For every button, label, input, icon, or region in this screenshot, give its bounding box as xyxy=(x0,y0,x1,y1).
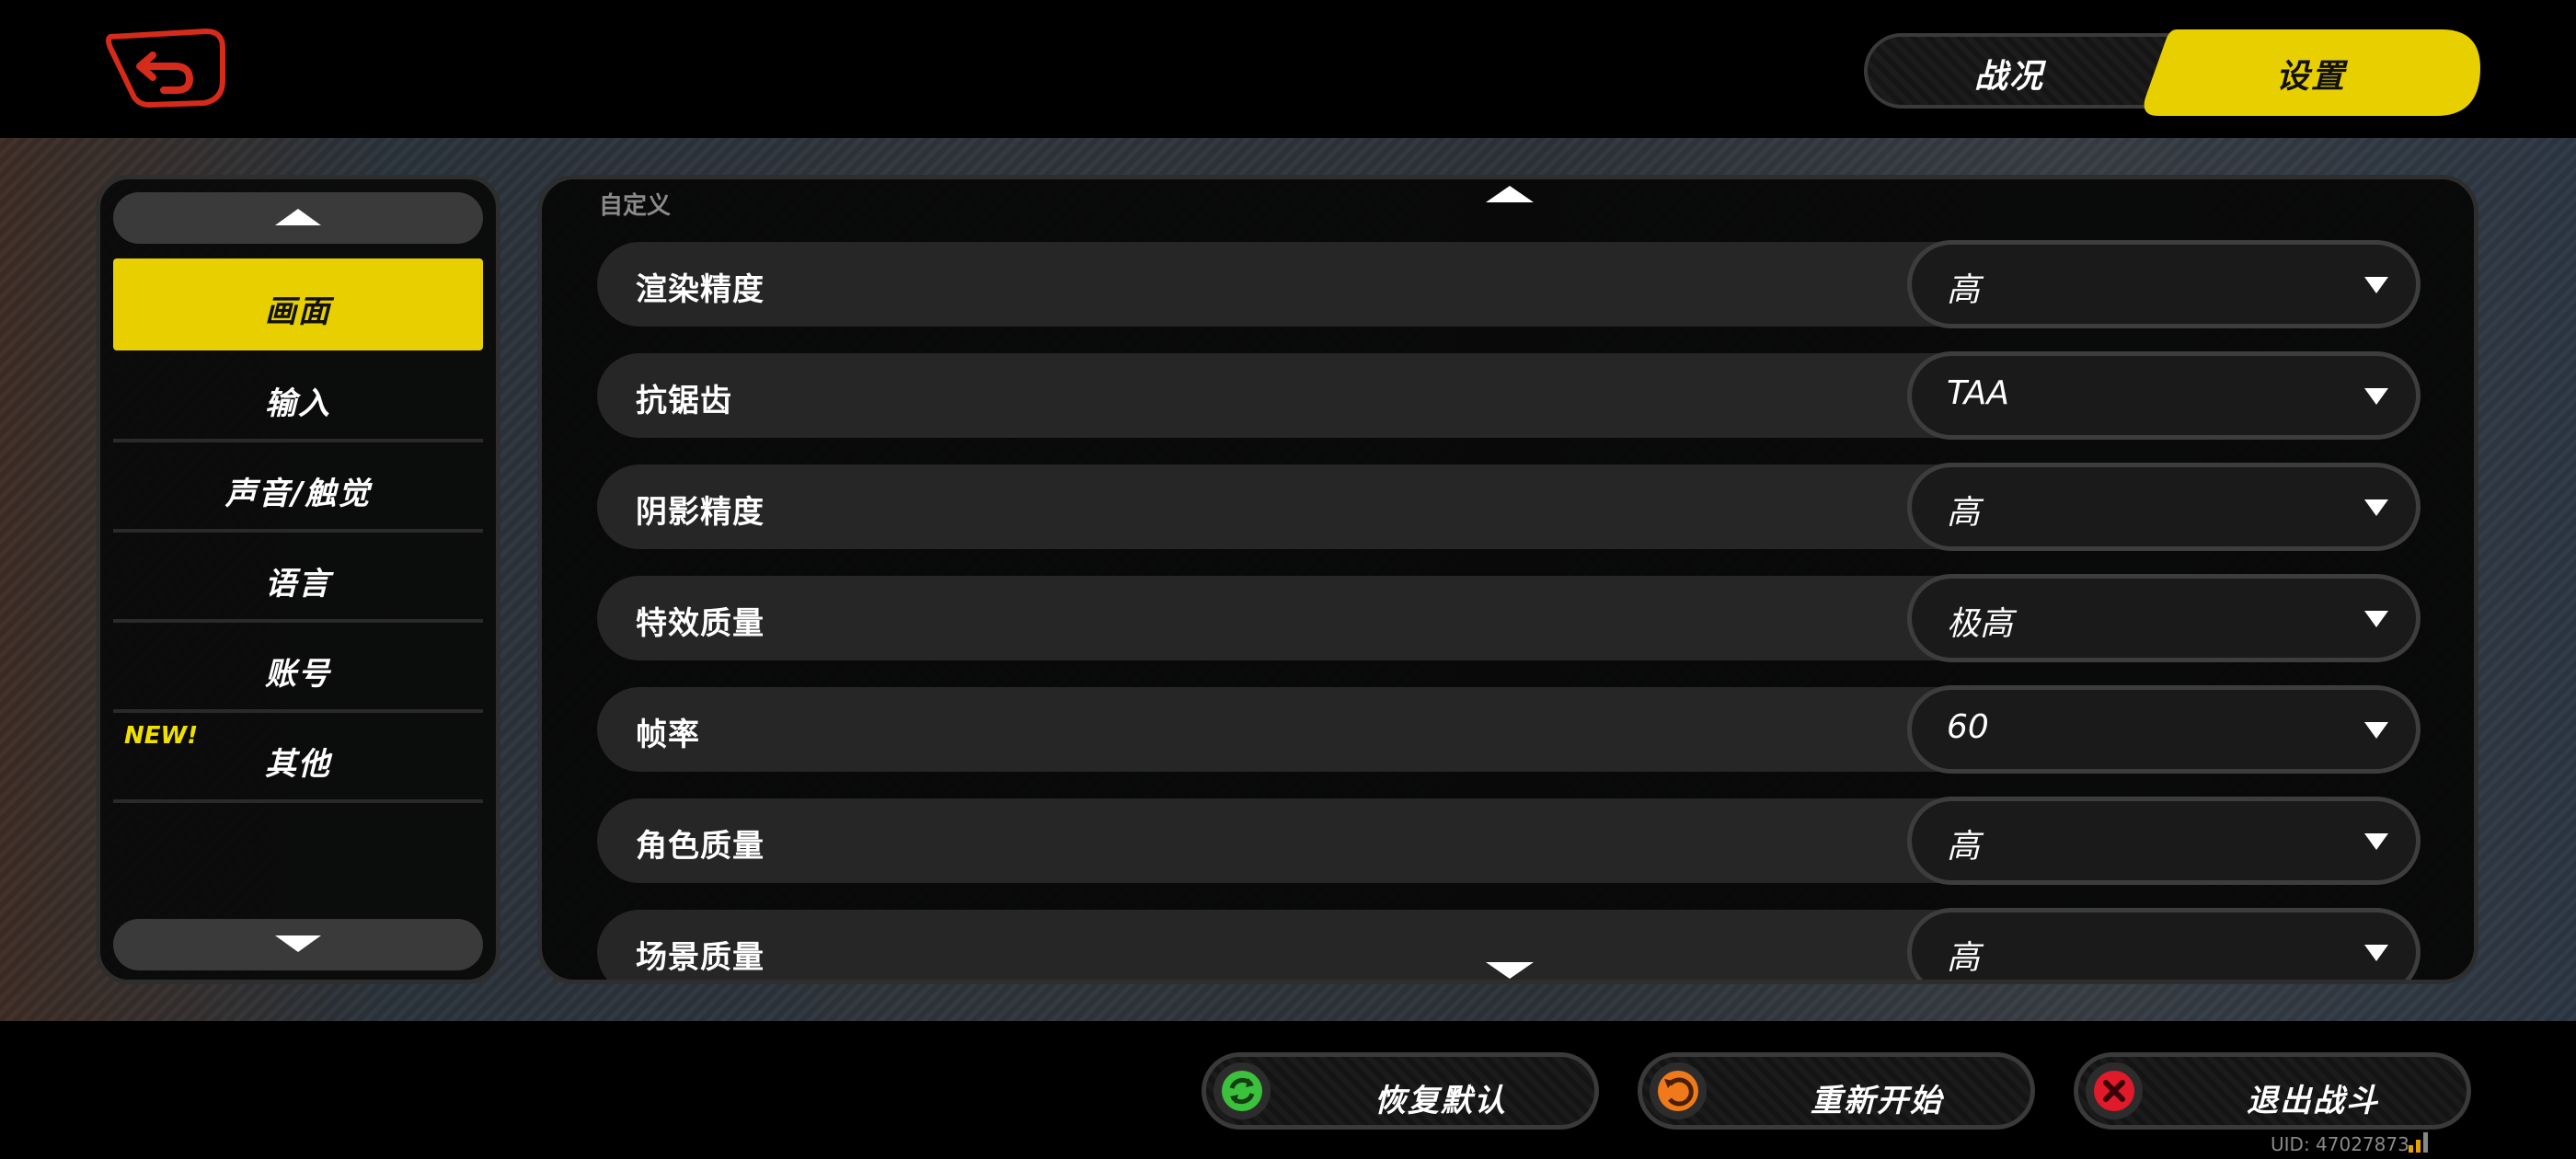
settings-sidebar: 画面 输入 声音/触觉 语言 账号 NEW! 其他 xyxy=(96,175,500,984)
chevron-down-icon xyxy=(275,935,321,952)
sidebar-item-qita[interactable]: NEW! 其他 xyxy=(113,711,483,803)
chevron-up-icon xyxy=(275,209,321,225)
sidebar-item-huamian[interactable]: 画面 xyxy=(113,258,483,350)
top-bar: 战况 设置 xyxy=(0,0,2576,138)
restart-label: 重新开始 xyxy=(1811,1083,1943,1119)
sidebar-item-shuru[interactable]: 输入 xyxy=(113,350,483,442)
sidebar-item-label: 输入 xyxy=(265,385,331,422)
setting-dropdown[interactable]: 高 xyxy=(1907,797,2421,885)
dropdown-arrow-icon xyxy=(2364,277,2388,293)
setting-row: 帧率 60 xyxy=(597,685,2421,774)
sidebar-item-label: 语言 xyxy=(265,566,331,602)
sidebar-item-zhanghao[interactable]: 账号 xyxy=(113,621,483,713)
setting-label: 抗锯齿 xyxy=(636,383,732,419)
back-arrow-icon xyxy=(106,29,225,108)
restore-icon-wrap xyxy=(1213,1062,1271,1119)
exit-battle-button[interactable]: 退出战斗 xyxy=(2074,1052,2471,1130)
setting-label: 角色质量 xyxy=(636,828,765,865)
setting-row: 阴影精度 高 xyxy=(597,463,2421,551)
settings-panel[interactable]: 自定义 渲染精度 高 抗锯齿 TAA 阴影精度 高 特效质量 极高 帧率 60 … xyxy=(537,175,2478,984)
setting-dropdown[interactable]: 60 xyxy=(1907,685,2421,774)
setting-dropdown[interactable]: 高 xyxy=(1907,463,2421,551)
setting-row: 渲染精度 高 xyxy=(597,240,2421,328)
dropdown-value: 高 xyxy=(1947,939,1981,977)
dropdown-value: 高 xyxy=(1947,494,1981,532)
setting-dropdown[interactable]: 高 xyxy=(1907,240,2421,328)
exit-icon-wrap xyxy=(2086,1062,2143,1119)
restore-default-label: 恢复默认 xyxy=(1374,1083,1507,1119)
dropdown-arrow-icon xyxy=(2364,611,2388,627)
tab-shezhi-label: 设置 xyxy=(2276,58,2347,96)
setting-dropdown[interactable]: TAA xyxy=(1907,351,2421,440)
setting-label: 特效质量 xyxy=(636,605,765,642)
uid-text: UID: 47027873 xyxy=(2271,1133,2409,1155)
setting-label: 场景质量 xyxy=(636,939,765,976)
dropdown-arrow-icon xyxy=(2364,722,2388,739)
scroll-up-arrow-icon[interactable] xyxy=(1486,185,1534,203)
dropdown-value: 高 xyxy=(1947,828,1981,866)
setting-row: 抗锯齿 TAA xyxy=(597,351,2421,440)
sidebar-item-label: 画面 xyxy=(265,293,331,330)
setting-label: 渲染精度 xyxy=(636,271,765,308)
tab-zhankuang-label: 战况 xyxy=(1974,58,2045,96)
sidebar-scroll-up-button[interactable] xyxy=(113,192,483,244)
dropdown-arrow-icon xyxy=(2364,499,2388,516)
scroll-down-arrow-icon[interactable] xyxy=(1486,961,1534,980)
setting-row: 特效质量 极高 xyxy=(597,574,2421,662)
setting-row: 角色质量 高 xyxy=(597,797,2421,885)
divider xyxy=(113,799,483,803)
sidebar-item-yuyan[interactable]: 语言 xyxy=(113,531,483,623)
setting-dropdown[interactable]: 极高 xyxy=(1907,574,2421,662)
section-label: 自定义 xyxy=(599,192,672,220)
sidebar-scroll-down-button[interactable] xyxy=(113,919,483,970)
dropdown-arrow-icon xyxy=(2364,945,2388,961)
dropdown-arrow-icon xyxy=(2364,833,2388,850)
sidebar-item-label: 账号 xyxy=(265,656,331,693)
back-button[interactable] xyxy=(103,28,226,109)
signal-icon xyxy=(2409,1132,2428,1153)
top-tab-group: 战况 设置 xyxy=(1864,29,2480,116)
refresh-icon xyxy=(1222,1071,1262,1111)
sidebar-item-label: 声音/触觉 xyxy=(224,476,372,512)
undo-icon xyxy=(1658,1071,1698,1111)
restart-button[interactable]: 重新开始 xyxy=(1638,1052,2035,1130)
dropdown-value: 高 xyxy=(1947,271,1981,309)
setting-label: 帧率 xyxy=(636,717,700,753)
sidebar-item-shengyin[interactable]: 声音/触觉 xyxy=(113,441,483,533)
setting-dropdown[interactable]: 高 xyxy=(1907,908,2421,980)
sidebar-item-label: 其他 xyxy=(265,746,331,783)
dropdown-arrow-icon xyxy=(2364,388,2388,405)
restore-default-button[interactable]: 恢复默认 xyxy=(1202,1052,1599,1130)
restart-icon-wrap xyxy=(1650,1062,1707,1119)
setting-label: 阴影精度 xyxy=(636,494,765,531)
exit-battle-label: 退出战斗 xyxy=(2247,1083,2379,1119)
dropdown-value: 极高 xyxy=(1947,605,2014,643)
dropdown-value: TAA xyxy=(1947,374,2009,412)
dropdown-value: 60 xyxy=(1947,708,1989,746)
close-icon xyxy=(2094,1071,2134,1111)
